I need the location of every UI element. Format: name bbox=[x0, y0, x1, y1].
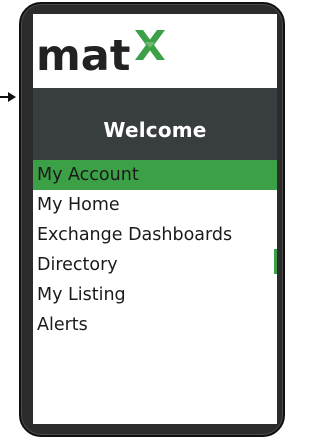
header-title: Welcome bbox=[103, 118, 207, 142]
menu-item-exchange-dashboards[interactable]: Exchange Dashboards bbox=[33, 220, 277, 250]
welcome-header: Welcome bbox=[33, 88, 277, 160]
arrow-right-icon bbox=[0, 92, 16, 102]
logo[interactable]: mat X bbox=[36, 24, 167, 78]
nav-menu: My Account My Home Exchange Dashboards D… bbox=[33, 160, 277, 340]
hover-accent-bar bbox=[274, 249, 277, 274]
logo-text: mat bbox=[36, 31, 131, 81]
app-screen: mat X Welcome My Account My Home Exchang… bbox=[33, 14, 277, 424]
menu-item-my-home[interactable]: My Home bbox=[33, 190, 277, 220]
menu-item-directory[interactable]: Directory bbox=[33, 250, 277, 280]
x-mark-icon: X bbox=[135, 30, 166, 60]
screenshot-canvas: mat X Welcome My Account My Home Exchang… bbox=[0, 0, 288, 439]
menu-item-my-account[interactable]: My Account bbox=[33, 160, 277, 190]
menu-item-my-listing[interactable]: My Listing bbox=[33, 280, 277, 310]
menu-item-alerts[interactable]: Alerts bbox=[33, 310, 277, 340]
